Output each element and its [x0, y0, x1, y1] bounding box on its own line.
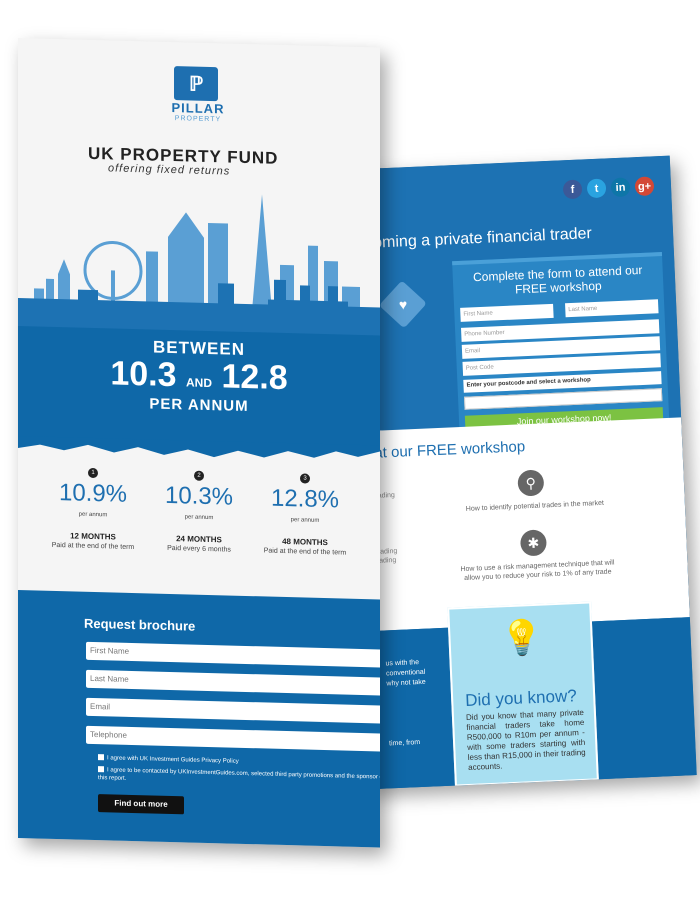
facebook-glyph: f [570, 183, 575, 196]
brochure-form: Request brochure First Name Last Name Em… [18, 590, 380, 848]
rate-term: 24 MONTHS [176, 534, 222, 545]
rate-index: 1 [88, 467, 98, 479]
did-you-know-box: 💡 Did you know? Did you know that many p… [447, 601, 599, 787]
london-skyline [18, 194, 380, 338]
contact-checkbox[interactable] [98, 766, 104, 773]
googleplus-icon[interactable]: g+ [634, 176, 655, 197]
telephone-field[interactable]: Telephone [86, 725, 380, 752]
high-return: 12.8 [221, 357, 288, 398]
low-return: 10.3 [110, 354, 177, 395]
find-out-more-button[interactable]: Find out more [98, 794, 184, 815]
rate-per-annum: per annum [78, 511, 108, 519]
workshop-form: Complete the form to attend our FREE wor… [452, 252, 670, 448]
brand-tagline: PROPERTY [174, 115, 222, 124]
first-name-field[interactable]: First Name [460, 303, 554, 322]
rate-option-3: 3 12.8% per annum 48 MONTHS Paid at the … [250, 472, 360, 557]
email-field[interactable]: Email [86, 697, 380, 724]
rate-value: 10.3% [164, 481, 234, 511]
privacy-checkbox[interactable] [98, 754, 104, 761]
section-title: at our FREE workshop [374, 438, 526, 462]
contact-consent[interactable]: I agree to be contacted by UKInvestmentG… [98, 766, 380, 790]
twitter-icon[interactable]: t [586, 178, 607, 199]
contact-consent-label: I agree to be contacted by UKInvestmentG… [98, 767, 380, 782]
lightbulb-icon: 💡 [499, 618, 544, 659]
brochure-form-title: Request brochure [84, 615, 196, 634]
rate-value: 12.8% [270, 484, 340, 514]
rate-payment: Paid every 6 months [167, 544, 231, 554]
fragment-text: time, from [388, 739, 421, 748]
rate-value: 10.9% [58, 479, 128, 508]
rate-index: 3 [300, 473, 310, 484]
rate-payment: Paid at the end of the term [263, 547, 347, 557]
did-you-know-text: Did you know that many private financial… [465, 707, 586, 772]
rate-option-2: 2 10.3% per annum 24 MONTHS Paid every 6… [144, 469, 254, 554]
fund-subtitle: offering fixed returns [108, 162, 231, 178]
googleplus-glyph: g+ [637, 179, 652, 193]
workshop-flyer: f t in g+ coming a private financial tra… [340, 155, 697, 790]
workshop-form-title: Complete the form to attend our FREE wor… [472, 262, 643, 297]
rate-payment: Paid at the end of the term [51, 541, 135, 552]
privacy-consent-label: I agree with UK Investment Guides Privac… [107, 755, 239, 765]
rate-term: 12 MONTHS [70, 531, 116, 542]
rate-option-1: 1 10.9% per annum 12 MONTHS Paid at the … [38, 467, 148, 552]
feature-text: How to use a risk management technique t… [460, 559, 615, 582]
rate-per-annum: per annum [290, 517, 320, 524]
pillar-logo: ℙ [174, 66, 218, 102]
and-label: AND [186, 375, 212, 391]
rate-term: 48 MONTHS [282, 536, 328, 548]
flyer-header: f t in g+ coming a private financial tra… [340, 155, 682, 448]
feature-text: How to identify potential trades in the … [465, 499, 605, 513]
did-you-know-title: Did you know? [464, 686, 578, 711]
rate-per-annum: per annum [184, 514, 214, 522]
twitter-glyph: t [594, 182, 599, 195]
fragment-text: conventional [385, 668, 426, 678]
fragment-text: why not take [386, 678, 426, 688]
property-fund-flyer: ℙ PILLAR PROPERTY UK PROPERTY FUND offer… [18, 38, 380, 848]
first-name-field[interactable]: First Name [86, 641, 380, 668]
flyer-title: coming a private financial trader [364, 225, 593, 252]
flyer-footer: us with the conventional why not take ti… [360, 601, 697, 790]
workshop-features: at our FREE workshop ⚲ How to identify p… [351, 417, 690, 632]
heart-icon: ♥ [378, 280, 427, 329]
return-range-banner: BETWEEN 10.3 AND 12.8 PER ANNUM [18, 326, 380, 448]
linkedin-glyph: in [615, 181, 626, 194]
rate-index: 2 [194, 470, 204, 481]
linkedin-icon[interactable]: in [610, 177, 631, 198]
fragment-text: us with the [385, 659, 420, 668]
facebook-icon[interactable]: f [562, 179, 583, 200]
last-name-field[interactable]: Last Name [565, 299, 659, 318]
lightbulb-icon: ✱ [519, 529, 548, 557]
last-name-field[interactable]: Last Name [86, 669, 380, 696]
search-icon: ⚲ [517, 469, 545, 497]
